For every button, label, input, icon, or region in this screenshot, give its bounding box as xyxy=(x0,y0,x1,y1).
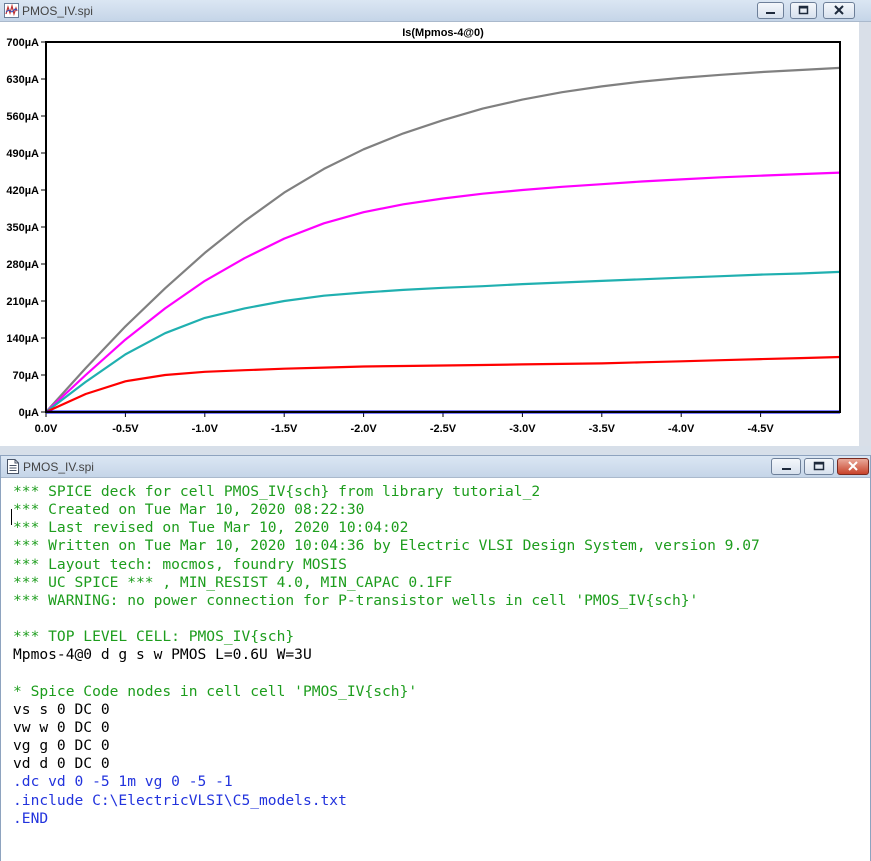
x-tick-label: -3.0V xyxy=(509,423,536,435)
editor-line: *** TOP LEVEL CELL: PMOS_IV{sch} xyxy=(13,628,295,646)
editor-window-titlebar[interactable]: PMOS_IV.spi xyxy=(1,456,870,478)
vertical-scrollbar[interactable] xyxy=(859,22,871,446)
plot-window-title: PMOS_IV.spi xyxy=(22,4,93,18)
restore-button[interactable] xyxy=(790,2,817,19)
close-button[interactable] xyxy=(823,2,855,19)
series-line-2 xyxy=(45,270,841,413)
editor-close-button[interactable] xyxy=(837,458,869,475)
editor-line: .include C:\ElectricVLSI\C5_models.txt xyxy=(13,791,347,809)
x-tick-label: -3.5V xyxy=(589,423,616,435)
y-tick-label: 210µA xyxy=(6,296,39,308)
editor-line: vw w 0 DC 0 xyxy=(13,718,110,736)
y-tick-label: 420µA xyxy=(6,185,39,197)
editor-window: PMOS_IV.spi *** SPICE deck for cell PMOS… xyxy=(0,455,871,861)
editor-line: *** UC SPICE *** , MIN_RESIST 4.0, MIN_C… xyxy=(13,573,453,591)
spice-text-editor[interactable]: *** SPICE deck for cell PMOS_IV{sch} fro… xyxy=(1,481,870,861)
editor-line: *** WARNING: no power connection for P-t… xyxy=(13,591,699,609)
editor-restore-button[interactable] xyxy=(804,458,834,475)
x-tick-label: -4.0V xyxy=(668,423,695,435)
x-tick-label: -0.5V xyxy=(112,423,139,435)
editor-line: *** Layout tech: mocmos, foundry MOSIS xyxy=(13,555,347,573)
chart-title: Is(Mpmos-4@0) xyxy=(402,27,484,39)
editor-line: vs s 0 DC 0 xyxy=(13,700,110,718)
y-tick-label: 490µA xyxy=(6,148,39,160)
plot-window-titlebar[interactable]: PMOS_IV.spi xyxy=(0,0,871,22)
waveform-icon xyxy=(4,3,19,18)
y-tick-label: 0µA xyxy=(19,407,39,419)
x-tick-label: -2.5V xyxy=(430,423,457,435)
editor-minimize-button[interactable] xyxy=(771,458,801,475)
editor-line: *** Written on Tue Mar 10, 2020 10:04:36… xyxy=(13,537,760,555)
editor-line: .END xyxy=(13,809,49,827)
editor-window-title: PMOS_IV.spi xyxy=(23,460,94,474)
editor-line: vg g 0 DC 0 xyxy=(13,737,110,755)
minimize-button[interactable] xyxy=(757,2,784,19)
x-tick-label: -1.0V xyxy=(192,423,219,435)
y-tick-label: 560µA xyxy=(6,111,39,123)
editor-line: *** Created on Tue Mar 10, 2020 08:22:30 xyxy=(13,501,365,519)
x-tick-label: -1.5V xyxy=(271,423,298,435)
text-caret xyxy=(11,509,12,525)
series-line-3 xyxy=(45,355,841,414)
y-tick-label: 280µA xyxy=(6,259,39,271)
y-tick-label: 70µA xyxy=(12,370,39,382)
editor-line: vd d 0 DC 0 xyxy=(13,755,110,773)
plot-area[interactable]: Is(Mpmos-4@0) 0µA 70µA 140µA 210µA 280µA 350µ… xyxy=(0,22,859,446)
plot-window: PMOS_IV.spi Is(Mpmos-4@0) 0µA 70µA 140µA 21… xyxy=(0,0,871,446)
y-tick-label: 350µA xyxy=(6,222,39,234)
editor-line: Mpmos-4@0 d g s w PMOS L=0.6U W=3U xyxy=(13,646,312,664)
minimize-icon xyxy=(782,468,791,470)
close-icon xyxy=(848,461,858,471)
minimize-icon xyxy=(766,12,775,14)
y-tick-label: 630µA xyxy=(6,74,39,86)
x-tick-label: 0.0V xyxy=(35,423,58,435)
y-tick-label: 700µA xyxy=(6,37,39,49)
restore-icon xyxy=(813,461,825,471)
close-icon xyxy=(834,5,844,15)
plot-frame xyxy=(45,41,841,413)
x-tick-label: -2.0V xyxy=(350,423,377,435)
editor-line: *** SPICE deck for cell PMOS_IV{sch} fro… xyxy=(13,483,541,500)
x-tick-label: -4.5V xyxy=(747,423,774,435)
restore-icon xyxy=(798,5,809,15)
editor-line: * Spice Code nodes in cell cell 'PMOS_IV… xyxy=(13,682,418,700)
editor-line: .dc vd 0 -5 1m vg 0 -5 -1 xyxy=(13,773,233,791)
document-icon xyxy=(7,459,19,474)
editor-line: *** Last revised on Tue Mar 10, 2020 10:… xyxy=(13,519,409,537)
iv-chart: Is(Mpmos-4@0) 0µA 70µA 140µA 210µA 280µA 350µ… xyxy=(6,27,841,435)
y-tick-label: 140µA xyxy=(6,333,39,345)
